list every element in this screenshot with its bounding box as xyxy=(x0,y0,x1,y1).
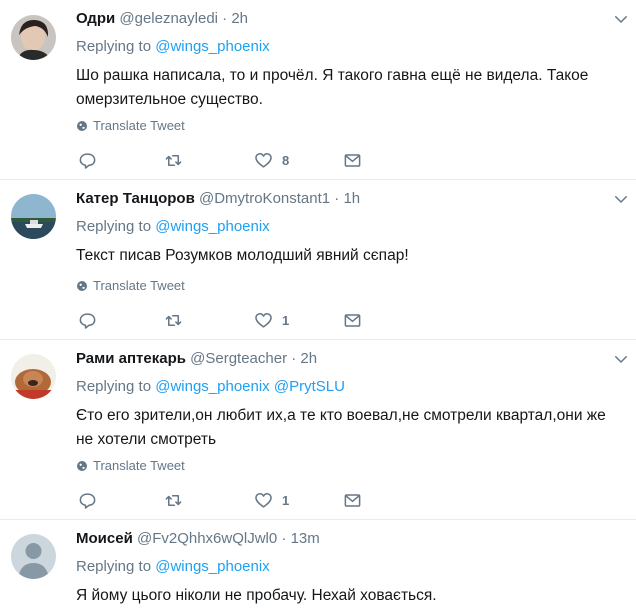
like-count: 8 xyxy=(282,152,290,168)
mention-link[interactable]: @wings_phoenix xyxy=(155,378,269,395)
avatar[interactable] xyxy=(11,194,56,239)
replying-label: Replying to xyxy=(76,38,152,55)
display-name[interactable]: Рами аптекарь xyxy=(76,350,186,367)
reply-button[interactable] xyxy=(78,310,97,330)
display-name[interactable]: Одри xyxy=(76,10,115,27)
reply-icon xyxy=(79,492,96,509)
retweet-button[interactable] xyxy=(164,150,183,170)
tweet[interactable]: Рами аптекарь @Sergteacher · 2h Replying… xyxy=(0,340,636,520)
globe-icon xyxy=(77,120,87,131)
translate-label[interactable]: Translate Tweet xyxy=(93,458,185,473)
reply-button[interactable] xyxy=(78,150,97,170)
timestamp[interactable]: · 13m xyxy=(281,530,319,547)
heart-icon xyxy=(255,492,272,508)
avatar[interactable] xyxy=(11,354,56,399)
replying-to: Replying to @wings_phoenix xyxy=(76,218,270,235)
retweet-icon xyxy=(165,154,182,166)
globe-icon xyxy=(77,280,87,291)
reply-icon xyxy=(79,312,96,329)
tweet-actions: 1 xyxy=(76,310,366,330)
translate-label[interactable]: Translate Tweet xyxy=(93,118,185,133)
display-name[interactable]: Катер Танцоров xyxy=(76,190,195,207)
tweet-header: Моисей @Fv2Qhhx6wQlJwl0 · 13m xyxy=(76,530,320,547)
direct-message-button[interactable] xyxy=(343,150,362,170)
tweet-header: Катер Танцоров @DmytroKonstant1 · 1h xyxy=(76,190,360,207)
translate-tweet-link[interactable]: Translate Tweet xyxy=(76,458,185,473)
tweet[interactable]: Катер Танцоров @DmytroKonstant1 · 1h Rep… xyxy=(0,180,636,340)
tweet-header: Рами аптекарь @Sergteacher · 2h xyxy=(76,350,317,367)
replying-label: Replying to xyxy=(76,378,152,395)
like-button[interactable]: 1 xyxy=(254,310,289,330)
direct-message-button[interactable] xyxy=(343,310,362,330)
timestamp[interactable]: · 1h xyxy=(334,190,360,207)
mention-link[interactable]: @wings_phoenix xyxy=(155,558,269,575)
chevron-down-icon[interactable] xyxy=(612,10,630,28)
reply-icon xyxy=(79,152,96,169)
mention-link[interactable]: @PrytSLU xyxy=(274,378,345,395)
tweet-text: Єто его зрители,он любит их,а те кто вое… xyxy=(76,407,606,448)
avatar[interactable] xyxy=(11,534,56,579)
tweet[interactable]: Одри @geleznayledi · 2h Replying to @win… xyxy=(0,0,636,180)
like-count: 1 xyxy=(282,492,290,508)
timestamp[interactable]: · 2h xyxy=(291,350,317,367)
tweet-header: Одри @geleznayledi · 2h xyxy=(76,10,248,27)
avatar[interactable] xyxy=(11,15,56,60)
user-handle[interactable]: @geleznayledi xyxy=(119,10,218,27)
replying-to: Replying to @wings_phoenix @PrytSLU xyxy=(76,378,345,395)
envelope-icon xyxy=(344,153,361,167)
retweet-button[interactable] xyxy=(164,490,183,510)
retweet-button[interactable] xyxy=(164,310,183,330)
mention-link[interactable]: @wings_phoenix xyxy=(155,38,269,55)
translate-tweet-link[interactable]: Translate Tweet xyxy=(76,278,185,293)
translate-label[interactable]: Translate Tweet xyxy=(93,278,185,293)
tweet-text: Текст писав Розумков молодший явний сєпа… xyxy=(76,247,409,264)
retweet-icon xyxy=(165,314,182,326)
direct-message-button[interactable] xyxy=(343,490,362,510)
globe-icon xyxy=(77,460,87,471)
tweet[interactable]: Моисей @Fv2Qhhx6wQlJwl0 · 13m Replying t… xyxy=(0,520,636,611)
tweet-text: Я йому цього ніколи не пробачу. Нехай хо… xyxy=(76,587,437,604)
like-button[interactable]: 1 xyxy=(254,490,289,510)
envelope-icon xyxy=(344,313,361,327)
envelope-icon xyxy=(344,493,361,507)
replying-label: Replying to xyxy=(76,558,152,575)
replying-to: Replying to @wings_phoenix xyxy=(76,38,270,55)
tweet-actions: 1 xyxy=(76,490,366,510)
heart-icon xyxy=(255,312,272,328)
user-handle[interactable]: @Fv2Qhhx6wQlJwl0 xyxy=(137,530,277,547)
heart-icon xyxy=(255,152,272,168)
chevron-down-icon[interactable] xyxy=(612,350,630,368)
reply-button[interactable] xyxy=(78,490,97,510)
user-handle[interactable]: @DmytroKonstant1 xyxy=(199,190,330,207)
like-count: 1 xyxy=(282,312,290,328)
like-button[interactable]: 8 xyxy=(254,150,289,170)
timestamp[interactable]: · 2h xyxy=(222,10,248,27)
replying-label: Replying to xyxy=(76,218,152,235)
tweet-actions: 8 xyxy=(76,150,366,170)
retweet-icon xyxy=(165,494,182,506)
tweet-text: Шо рашка написала, то и прочёл. Я такого… xyxy=(76,67,589,108)
display-name[interactable]: Моисей xyxy=(76,530,133,547)
chevron-down-icon[interactable] xyxy=(612,190,630,208)
user-handle[interactable]: @Sergteacher xyxy=(190,350,287,367)
replying-to: Replying to @wings_phoenix xyxy=(76,558,270,575)
translate-tweet-link[interactable]: Translate Tweet xyxy=(76,118,185,133)
tweet-feed: Одри @geleznayledi · 2h Replying to @win… xyxy=(0,0,636,611)
mention-link[interactable]: @wings_phoenix xyxy=(155,218,269,235)
